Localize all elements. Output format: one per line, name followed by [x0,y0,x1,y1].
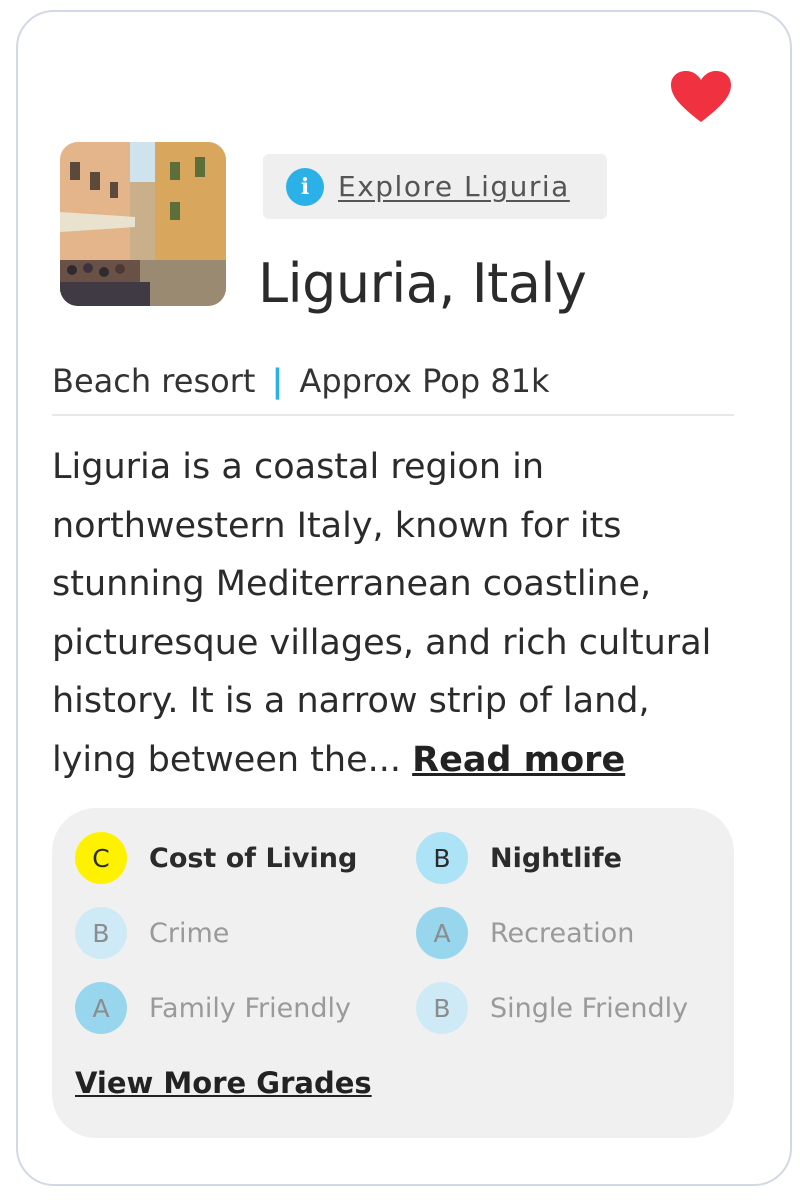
favorite-heart-icon[interactable] [670,70,732,124]
grade-item[interactable]: C Cost of Living [75,832,357,884]
grade-badge: A [416,907,468,959]
grade-label: Cost of Living [149,842,358,874]
city-meta: Beach resort | Approx Pop 81k [52,362,734,416]
city-title: Liguria, Italy [258,252,587,315]
grade-item[interactable]: B Crime [75,907,229,959]
grade-label: Nightlife [490,842,622,874]
city-description: Liguria is a coastal region in northwest… [52,438,742,789]
grade-label: Family Friendly [149,992,351,1024]
grade-badge: C [75,832,127,884]
view-more-grades-link[interactable]: View More Grades [75,1066,372,1100]
grade-label: Recreation [490,917,635,949]
grade-badge: B [416,982,468,1034]
explore-link[interactable]: i Explore Liguria [263,154,607,219]
grade-item[interactable]: B Single Friendly [416,982,688,1034]
city-population: Approx Pop 81k [299,362,550,400]
info-icon: i [286,167,324,206]
grade-badge: B [416,832,468,884]
grade-item[interactable]: A Recreation [416,907,634,959]
grade-label: Single Friendly [490,992,689,1024]
read-more-link[interactable]: Read more [412,740,625,780]
explore-link-label: Explore Liguria [338,170,570,203]
grade-item[interactable]: A Family Friendly [75,982,351,1034]
grade-badge: A [75,982,127,1034]
grades-panel: C Cost of Living B Nightlife B Crime A Recreati… [52,808,734,1138]
meta-separator: | [271,362,284,400]
grade-item[interactable]: B Nightlife [416,832,622,884]
description-text: Liguria is a coastal region in northwest… [52,447,712,780]
city-thumbnail-image[interactable] [60,142,226,306]
grade-label: Crime [149,917,230,949]
city-type: Beach resort [52,362,256,400]
grade-badge: B [75,907,127,959]
